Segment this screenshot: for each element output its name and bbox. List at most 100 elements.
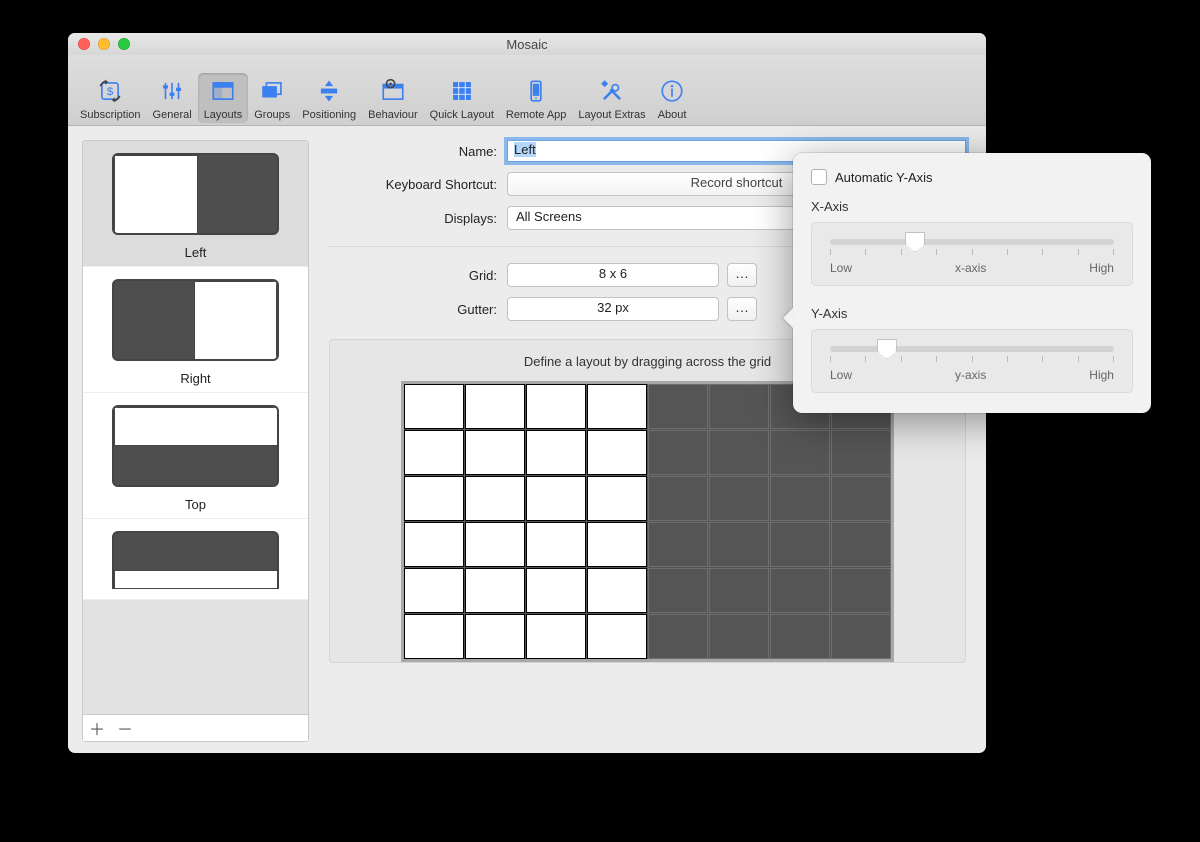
toolbar-layout-extras[interactable]: Layout Extras <box>572 73 651 123</box>
y-slider[interactable] <box>830 346 1114 352</box>
toolbar-subscription[interactable]: $ Subscription <box>74 73 147 123</box>
grid-cell[interactable] <box>831 430 891 475</box>
grid-cell[interactable] <box>831 568 891 613</box>
layout-grid[interactable] <box>401 381 894 662</box>
toolbar-positioning[interactable]: Positioning <box>296 73 362 123</box>
layout-thumb <box>112 405 279 487</box>
grid-cell[interactable] <box>404 476 464 521</box>
grid-cell[interactable] <box>587 522 647 567</box>
toolbar-groups[interactable]: Groups <box>248 73 296 123</box>
gutter-value: 32 px <box>507 297 719 321</box>
toolbar-quick-layout[interactable]: Quick Layout <box>424 73 500 123</box>
layout-item-partial[interactable] <box>83 519 308 600</box>
toolbar: $ Subscription General Layouts Groups <box>68 55 986 126</box>
grid-cell[interactable] <box>709 476 769 521</box>
toolbar-layouts[interactable]: Layouts <box>198 73 249 123</box>
layout-thumb <box>112 531 279 589</box>
grid-more-button[interactable]: … <box>727 263 757 287</box>
grid-cell[interactable] <box>465 614 525 659</box>
window-title: Mosaic <box>506 37 547 52</box>
layout-label: Top <box>95 497 296 512</box>
grid-cell[interactable] <box>404 614 464 659</box>
grid-cell[interactable] <box>526 522 586 567</box>
grid-cell[interactable] <box>587 384 647 429</box>
toolbar-behaviour[interactable]: Behaviour <box>362 73 424 123</box>
grid-cell[interactable] <box>404 522 464 567</box>
grid-cell[interactable] <box>648 430 708 475</box>
toolbar-label: Remote App <box>506 109 567 121</box>
grid-cell[interactable] <box>648 476 708 521</box>
toolbar-label: Positioning <box>302 109 356 121</box>
grid-cell[interactable] <box>404 430 464 475</box>
add-layout-button[interactable]: ＋ <box>83 716 111 740</box>
grid-cell[interactable] <box>648 384 708 429</box>
grid-cell[interactable] <box>465 476 525 521</box>
grid-cell[interactable] <box>648 568 708 613</box>
layout-item-left[interactable]: Left <box>83 141 308 267</box>
grid-cell[interactable] <box>648 522 708 567</box>
y-axis-title: Y-Axis <box>811 306 1133 321</box>
layout-item-top[interactable]: Top <box>83 393 308 519</box>
grid-cell[interactable] <box>770 476 830 521</box>
grid-cell[interactable] <box>831 476 891 521</box>
grid-cell[interactable] <box>770 614 830 659</box>
zoom-icon[interactable] <box>118 38 130 50</box>
grid-cell[interactable] <box>465 384 525 429</box>
gutter-popover: Automatic Y-Axis X-Axis Low x-axis High … <box>793 153 1151 413</box>
grid-cell[interactable] <box>526 384 586 429</box>
layout-label: Left <box>95 245 296 260</box>
displays-label: Displays: <box>329 211 507 226</box>
gutter-label: Gutter: <box>329 302 507 317</box>
grid-cell[interactable] <box>465 430 525 475</box>
grid-cell[interactable] <box>587 568 647 613</box>
toolbar-label: About <box>658 109 687 121</box>
toolbar-label: General <box>153 109 192 121</box>
grid-cell[interactable] <box>709 522 769 567</box>
x-low-label: Low <box>830 261 852 275</box>
grid-cell[interactable] <box>587 614 647 659</box>
grid-cell[interactable] <box>770 430 830 475</box>
info-icon <box>658 77 686 105</box>
toolbar-about[interactable]: About <box>652 73 693 123</box>
toolbar-label: Layout Extras <box>578 109 645 121</box>
grid-cell[interactable] <box>709 614 769 659</box>
layout-item-right[interactable]: Right <box>83 267 308 393</box>
grid-cell[interactable] <box>831 614 891 659</box>
grid-cell[interactable] <box>709 430 769 475</box>
toolbar-label: Subscription <box>80 109 141 121</box>
grid-cell[interactable] <box>465 568 525 613</box>
grid-cell[interactable] <box>404 568 464 613</box>
grid-cell[interactable] <box>709 384 769 429</box>
x-mid-label: x-axis <box>955 261 986 275</box>
remove-layout-button[interactable]: － <box>111 716 139 740</box>
toolbar-remote-app[interactable]: Remote App <box>500 73 573 123</box>
grid-cell[interactable] <box>526 614 586 659</box>
phone-icon <box>522 77 550 105</box>
gutter-more-button[interactable]: … <box>727 297 757 321</box>
minimize-icon[interactable] <box>98 38 110 50</box>
grid-cell[interactable] <box>709 568 769 613</box>
grid-cell[interactable] <box>526 568 586 613</box>
grid-cell[interactable] <box>770 522 830 567</box>
layout-sidebar: Left Right Top <box>82 140 309 742</box>
layout-thumb <box>112 153 279 235</box>
grid-cell[interactable] <box>587 476 647 521</box>
grid-cell[interactable] <box>587 430 647 475</box>
grid-cell[interactable] <box>526 430 586 475</box>
grid-cell[interactable] <box>465 522 525 567</box>
grid-label: Grid: <box>329 268 507 283</box>
auto-y-label: Automatic Y-Axis <box>835 170 933 185</box>
toolbar-general[interactable]: General <box>147 73 198 123</box>
window-gear-icon <box>379 77 407 105</box>
auto-y-checkbox[interactable] <box>811 169 827 185</box>
close-icon[interactable] <box>78 38 90 50</box>
stack-icon <box>258 77 286 105</box>
x-slider[interactable] <box>830 239 1114 245</box>
tools-icon <box>598 77 626 105</box>
grid-cell[interactable] <box>404 384 464 429</box>
grid-cell[interactable] <box>648 614 708 659</box>
grid-cell[interactable] <box>526 476 586 521</box>
y-slider-wrap: Low y-axis High <box>811 329 1133 393</box>
grid-cell[interactable] <box>770 568 830 613</box>
grid-cell[interactable] <box>831 522 891 567</box>
